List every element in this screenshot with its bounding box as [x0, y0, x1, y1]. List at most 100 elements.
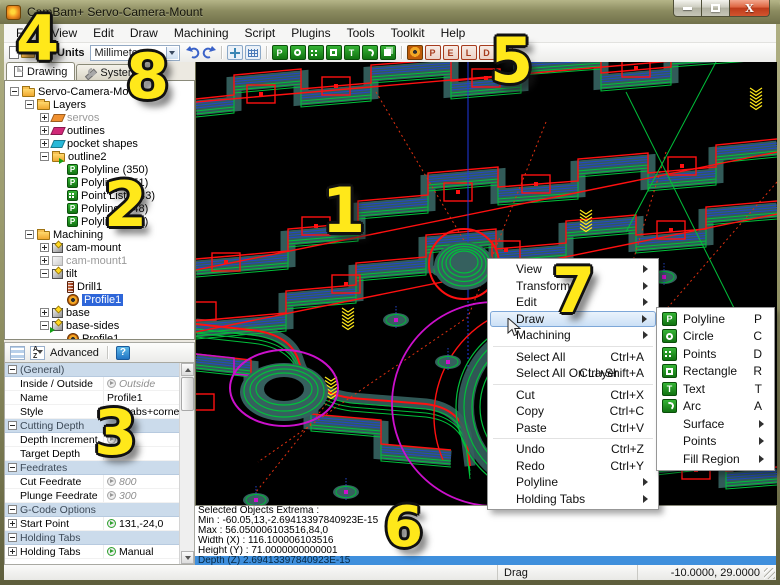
- collapse-toggle[interactable]: [25, 230, 34, 239]
- tree-item-base-sides[interactable]: base-sides: [5, 319, 194, 332]
- tree-item-polyline-350[interactable]: Polyline (350): [5, 163, 194, 176]
- pocket-icon[interactable]: [425, 45, 441, 60]
- points-icon[interactable]: [308, 45, 324, 60]
- circle-icon[interactable]: [290, 45, 306, 60]
- profile-op-icon: [67, 294, 79, 306]
- engrave-icon[interactable]: [443, 45, 459, 60]
- properties-scrollbar[interactable]: [179, 363, 194, 564]
- arc-icon[interactable]: [362, 45, 378, 60]
- submenu-item-fill-region[interactable]: Fill Region: [659, 450, 772, 468]
- collapse-toggle[interactable]: [25, 100, 34, 109]
- context-item-copy[interactable]: CopyCtrl+C: [490, 403, 656, 420]
- lathe-icon[interactable]: [461, 45, 477, 60]
- text-icon[interactable]: [344, 45, 360, 60]
- menu-machining[interactable]: Machining: [166, 24, 237, 42]
- close-button[interactable]: [729, 0, 770, 17]
- context-item-redo[interactable]: RedoCtrl+Y: [490, 458, 656, 475]
- collapse-toggle[interactable]: [8, 463, 17, 472]
- submenu-item-points[interactable]: PointsD: [659, 345, 772, 363]
- expand-toggle[interactable]: [40, 308, 49, 317]
- tree-item-profile1[interactable]: Profile1: [5, 332, 194, 340]
- context-item-cut[interactable]: CutCtrl+X: [490, 387, 656, 404]
- property-section-gcode-options[interactable]: G-Code Options: [5, 503, 179, 517]
- maximize-icon: [711, 4, 720, 12]
- menu-tools[interactable]: Tools: [339, 24, 383, 42]
- expand-toggle[interactable]: [40, 126, 49, 135]
- tree-item-polyline-351[interactable]: Polyline (351): [5, 176, 194, 189]
- collapse-toggle[interactable]: [40, 152, 49, 161]
- menu-plugins[interactable]: Plugins: [283, 24, 338, 42]
- title-bar[interactable]: CamBam+ Servo-Camera-Mount: [0, 0, 780, 24]
- scroll-down-icon[interactable]: [181, 551, 194, 564]
- tree-item-outlines[interactable]: outlines: [5, 124, 194, 137]
- tree-item-base[interactable]: base: [5, 306, 194, 319]
- profile-icon[interactable]: [407, 45, 423, 60]
- sort-alphabetical-icon[interactable]: [30, 346, 45, 360]
- tree-item-pointlist-343[interactable]: Point List (343): [5, 189, 194, 202]
- tree-item-profile1-selected[interactable]: Profile1: [5, 293, 194, 306]
- tree-item-pocket-shapes[interactable]: pocket shapes: [5, 137, 194, 150]
- help-icon[interactable]: [116, 346, 130, 360]
- undo-icon[interactable]: [186, 46, 200, 59]
- redo-icon[interactable]: [202, 46, 216, 59]
- property-section-holding-tabs[interactable]: Holding Tabs: [5, 531, 179, 545]
- properties-advanced-button[interactable]: Advanced: [50, 347, 99, 359]
- property-section-cutting-depth[interactable]: Cutting Depth: [5, 419, 179, 433]
- tree-item-polyline-288[interactable]: Polyline (288): [5, 215, 194, 228]
- surface-icon[interactable]: [380, 45, 396, 60]
- context-item-holding-tabs[interactable]: Holding Tabs: [490, 491, 656, 508]
- collapse-toggle[interactable]: [8, 533, 17, 542]
- menu-edit[interactable]: Edit: [85, 24, 122, 42]
- collapse-toggle[interactable]: [8, 505, 17, 514]
- scroll-up-icon[interactable]: [181, 363, 194, 376]
- submenu-item-surface[interactable]: Surface: [659, 415, 772, 433]
- submenu-item-text[interactable]: TextT: [659, 380, 772, 398]
- collapse-toggle[interactable]: [8, 365, 17, 374]
- context-item-undo[interactable]: UndoCtrl+Z: [490, 441, 656, 458]
- property-target-depth: Target Depth -3: [5, 447, 179, 461]
- context-item-polyline[interactable]: Polyline: [490, 474, 656, 491]
- property-section-general[interactable]: (General): [5, 363, 179, 377]
- tree-item-outline2[interactable]: outline2: [5, 150, 194, 163]
- context-item-paste[interactable]: PasteCtrl+V: [490, 420, 656, 437]
- expand-toggle[interactable]: [8, 519, 17, 528]
- context-item-select-all[interactable]: Select AllCtrl+A: [490, 349, 656, 366]
- menu-separator: [493, 346, 653, 347]
- submenu-item-rectangle[interactable]: RectangleR: [659, 363, 772, 381]
- collapse-toggle[interactable]: [8, 421, 17, 430]
- submenu-item-polyline[interactable]: PolylineP: [659, 310, 772, 328]
- collapse-toggle[interactable]: [40, 321, 49, 330]
- tree-item-cam-mount1[interactable]: cam-mount1: [5, 254, 194, 267]
- units-label: Units: [57, 47, 85, 59]
- expand-toggle[interactable]: [40, 113, 49, 122]
- property-section-feedrates[interactable]: Feedrates: [5, 461, 179, 475]
- grid-icon[interactable]: [245, 45, 261, 60]
- menu-help[interactable]: Help: [433, 24, 474, 42]
- submenu-item-circle[interactable]: CircleC: [659, 328, 772, 346]
- menu-toolkit[interactable]: Toolkit: [383, 24, 433, 42]
- collapse-toggle[interactable]: [40, 269, 49, 278]
- expand-toggle[interactable]: [40, 243, 49, 252]
- resize-grip[interactable]: [764, 568, 775, 579]
- axis-icon[interactable]: [227, 45, 243, 60]
- submenu-item-arc[interactable]: ArcA: [659, 398, 772, 416]
- rectangle-icon[interactable]: [326, 45, 342, 60]
- machining-part-active-icon: [52, 321, 63, 331]
- tree-item-machining[interactable]: Machining: [5, 228, 194, 241]
- submenu-item-points-group[interactable]: Points: [659, 433, 772, 451]
- categorized-icon[interactable]: [10, 346, 25, 360]
- scrollbar-thumb[interactable]: [181, 377, 194, 411]
- collapse-toggle[interactable]: [10, 87, 19, 96]
- maximize-button[interactable]: [702, 0, 729, 17]
- expand-toggle[interactable]: [40, 256, 49, 265]
- tree-item-polyline-348[interactable]: Polyline (348): [5, 202, 194, 215]
- context-item-select-all-on-layer[interactable]: Select All On LayerCtrl+Shift+A: [490, 365, 656, 382]
- expand-toggle[interactable]: [40, 139, 49, 148]
- tree-item-cam-mount[interactable]: cam-mount: [5, 241, 194, 254]
- tree-item-drill1[interactable]: Drill1: [5, 280, 194, 293]
- expand-toggle[interactable]: [8, 547, 17, 556]
- tree-item-tilt[interactable]: tilt: [5, 267, 194, 280]
- minimize-button[interactable]: [673, 0, 702, 17]
- menu-script[interactable]: Script: [237, 24, 284, 42]
- polyline-icon[interactable]: [272, 45, 288, 60]
